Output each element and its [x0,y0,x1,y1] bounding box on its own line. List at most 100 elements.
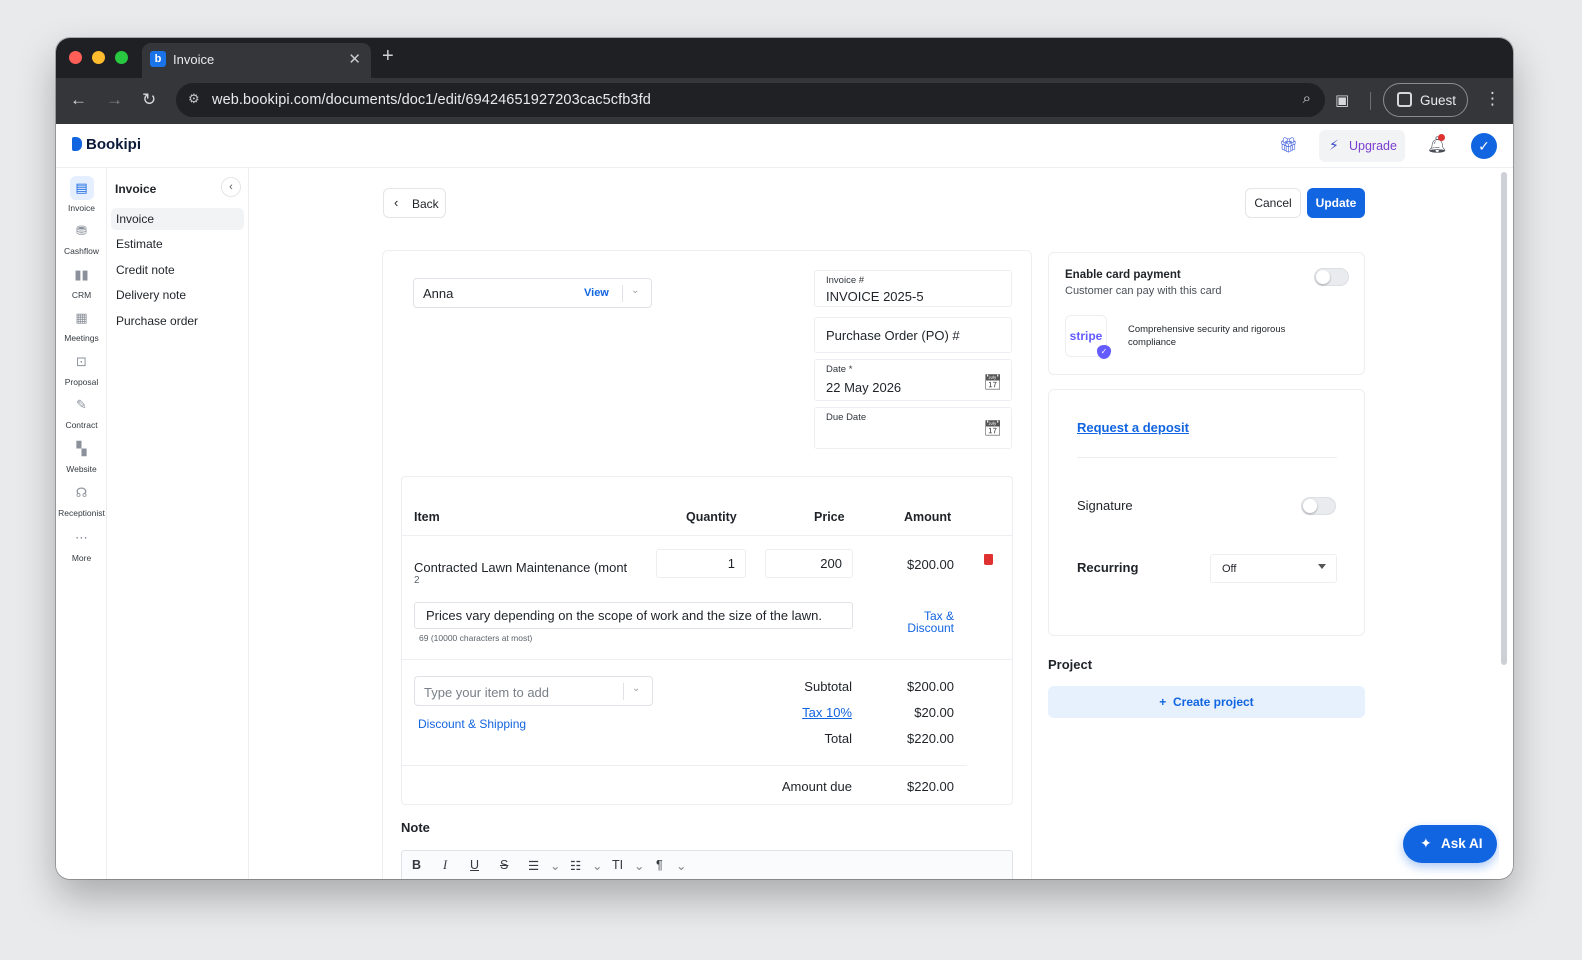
ask-ai-button[interactable]: ✦ Ask AI [1403,825,1497,863]
recurring-select[interactable]: Off [1210,554,1337,583]
rail-item-contract[interactable]: ✎ Contract [56,393,107,430]
invoice-number-field[interactable]: Invoice # INVOICE 2025-5 [814,270,1012,307]
chevron-down-icon[interactable]: ⌄ [550,858,560,873]
search-icon[interactable]: ⌕ [1303,90,1311,107]
new-tab-icon[interactable]: + [382,45,394,68]
create-project-button[interactable]: + Create project [1048,686,1365,718]
sub-navigation: Invoice ‹ Invoice Estimate Credit note D… [108,168,249,879]
back-button[interactable]: ‹ Back [383,188,446,218]
site-settings-icon[interactable]: ⚙ [188,91,200,107]
subnav-item-estimate[interactable]: Estimate [111,233,244,255]
collapse-chevron-icon[interactable]: ‹ [221,177,241,197]
cancel-button[interactable]: Cancel [1245,188,1301,218]
reload-icon[interactable]: ↻ [142,90,156,110]
forward-arrow-icon[interactable]: → [106,90,123,110]
divider [402,765,967,766]
date-value: 22 May 2026 [826,380,902,395]
browser-tab[interactable]: b Invoice ✕ [142,43,371,78]
close-window-button[interactable] [69,51,82,64]
app-header: Bookipi 🎁︎ ⚡︎ Upgrade 🔔︎ ✓ [56,124,1513,168]
close-tab-icon[interactable]: ✕ [348,50,361,68]
shield-check-icon: ✓ [1097,345,1111,359]
create-project-label: Create project [1172,695,1254,709]
invoice-number-label: Invoice # [826,275,865,286]
italic-button[interactable]: I [443,858,447,873]
numbered-list-icon[interactable]: ☷ [570,858,581,873]
client-select[interactable]: Anna View ⌄ [413,278,652,308]
calendar-icon[interactable]: 📅︎ [983,373,1002,391]
rail-item-website[interactable]: ▚ Website [56,437,107,474]
browser-window: b Invoice ✕ + ← → ↻ ⚙ web.bookipi.com/do… [56,38,1513,879]
address-bar[interactable]: ⚙ web.bookipi.com/documents/doc1/edit/69… [176,83,1325,117]
po-number-placeholder: Purchase Order (PO) # [826,328,960,343]
trash-icon[interactable] [984,554,993,565]
rail-item-crm[interactable]: ▮▮ CRM [56,263,107,300]
profile-label: Guest [1420,93,1457,108]
subnav-item-delivery-note[interactable]: Delivery note [111,284,244,306]
caret-down-icon [1318,564,1326,569]
browser-toolbar: ← → ↻ ⚙ web.bookipi.com/documents/doc1/e… [56,78,1513,124]
subnav-item-credit-note[interactable]: Credit note [111,259,244,281]
minimize-window-button[interactable] [92,51,105,64]
stripe-logo: stripe ✓ [1065,315,1111,359]
chevron-down-icon[interactable]: ⌄ [631,285,639,296]
chevron-down-icon[interactable]: ⌄ [676,858,686,873]
rail-item-cashflow[interactable]: ⛃ Cashflow [56,219,107,256]
item-note-textarea[interactable]: Prices vary depending on the scope of wo… [414,602,853,629]
bullet-list-icon[interactable]: ☰ [528,858,539,873]
tab-search-icon[interactable]: ▣ [1335,91,1349,109]
text-size-icon[interactable]: TI [612,858,623,872]
page-scrollbar[interactable] [1501,172,1507,665]
divider [402,535,1012,536]
update-button[interactable]: Update [1307,188,1365,218]
client-name: Anna [423,286,454,301]
back-arrow-icon[interactable]: ← [70,90,87,110]
chevron-down-icon[interactable]: ⌄ [634,858,644,873]
amount-due-label: Amount due [781,779,852,794]
signature-label: Signature [1077,498,1133,513]
favicon-icon: b [150,51,166,67]
subnav-item-purchase-order[interactable]: Purchase order [111,310,244,332]
rail-item-more[interactable]: ⋯ More [56,526,107,563]
price-input[interactable]: 200 [765,549,853,578]
brand-logo[interactable]: Bookipi [72,136,141,153]
subnav-item-invoice[interactable]: Invoice [111,208,244,230]
date-field[interactable]: Date * 22 May 2026 📅︎ [814,359,1012,401]
notification-bell-icon[interactable]: 🔔︎ [1427,134,1447,155]
view-client-link[interactable]: View [584,287,609,299]
maximize-window-button[interactable] [115,51,128,64]
rail-label: Invoice [68,203,95,213]
divider [623,683,624,700]
upgrade-button[interactable]: ⚡︎ Upgrade [1319,130,1405,162]
strikethrough-button[interactable]: S [500,858,508,872]
avatar[interactable]: ✓ [1471,133,1497,159]
gift-icon[interactable]: 🎁︎ [1279,136,1298,154]
rail-item-invoice[interactable]: ▤ Invoice [56,176,107,213]
card-payment-toggle[interactable] [1314,268,1349,286]
rail-item-proposal[interactable]: ⊡ Proposal [56,350,107,387]
rail-item-meetings[interactable]: ▦ Meetings [56,306,107,343]
app: Bookipi 🎁︎ ⚡︎ Upgrade 🔔︎ ✓ ▤ Invoice ⛃ Cas… [56,124,1513,879]
quantity-input[interactable]: 1 [656,549,746,578]
profile-button[interactable]: Guest [1383,83,1468,117]
tax-discount-link[interactable]: Tax & Discount [882,610,954,634]
paragraph-icon[interactable]: ¶ [656,858,663,872]
po-number-field[interactable]: Purchase Order (PO) # [814,317,1012,353]
calendar-icon[interactable]: 📅︎ [983,419,1002,437]
item-description[interactable]: Contracted Lawn Maintenance (mont [414,560,627,575]
chevron-down-icon[interactable]: ⌄ [592,858,602,873]
chevron-down-icon[interactable]: ⌄ [632,683,640,694]
due-date-field[interactable]: Due Date 📅︎ [814,407,1012,449]
column-header-item: Item [414,510,440,524]
rail-item-receptionist[interactable]: ☊ Receptionist [56,481,107,518]
bold-button[interactable]: B [412,858,421,872]
ask-ai-label: Ask AI [1441,836,1483,851]
request-deposit-link[interactable]: Request a deposit [1077,420,1189,435]
coins-icon: ⛃ [76,223,87,238]
tax-link[interactable]: Tax 10% [762,705,852,720]
add-item-input[interactable]: Type your item to add ⌄ [414,676,653,706]
underline-button[interactable]: U [470,858,479,872]
signature-toggle[interactable] [1301,497,1336,515]
browser-menu-icon[interactable]: ⋮ [1484,89,1501,109]
discount-shipping-link[interactable]: Discount & Shipping [418,717,526,731]
